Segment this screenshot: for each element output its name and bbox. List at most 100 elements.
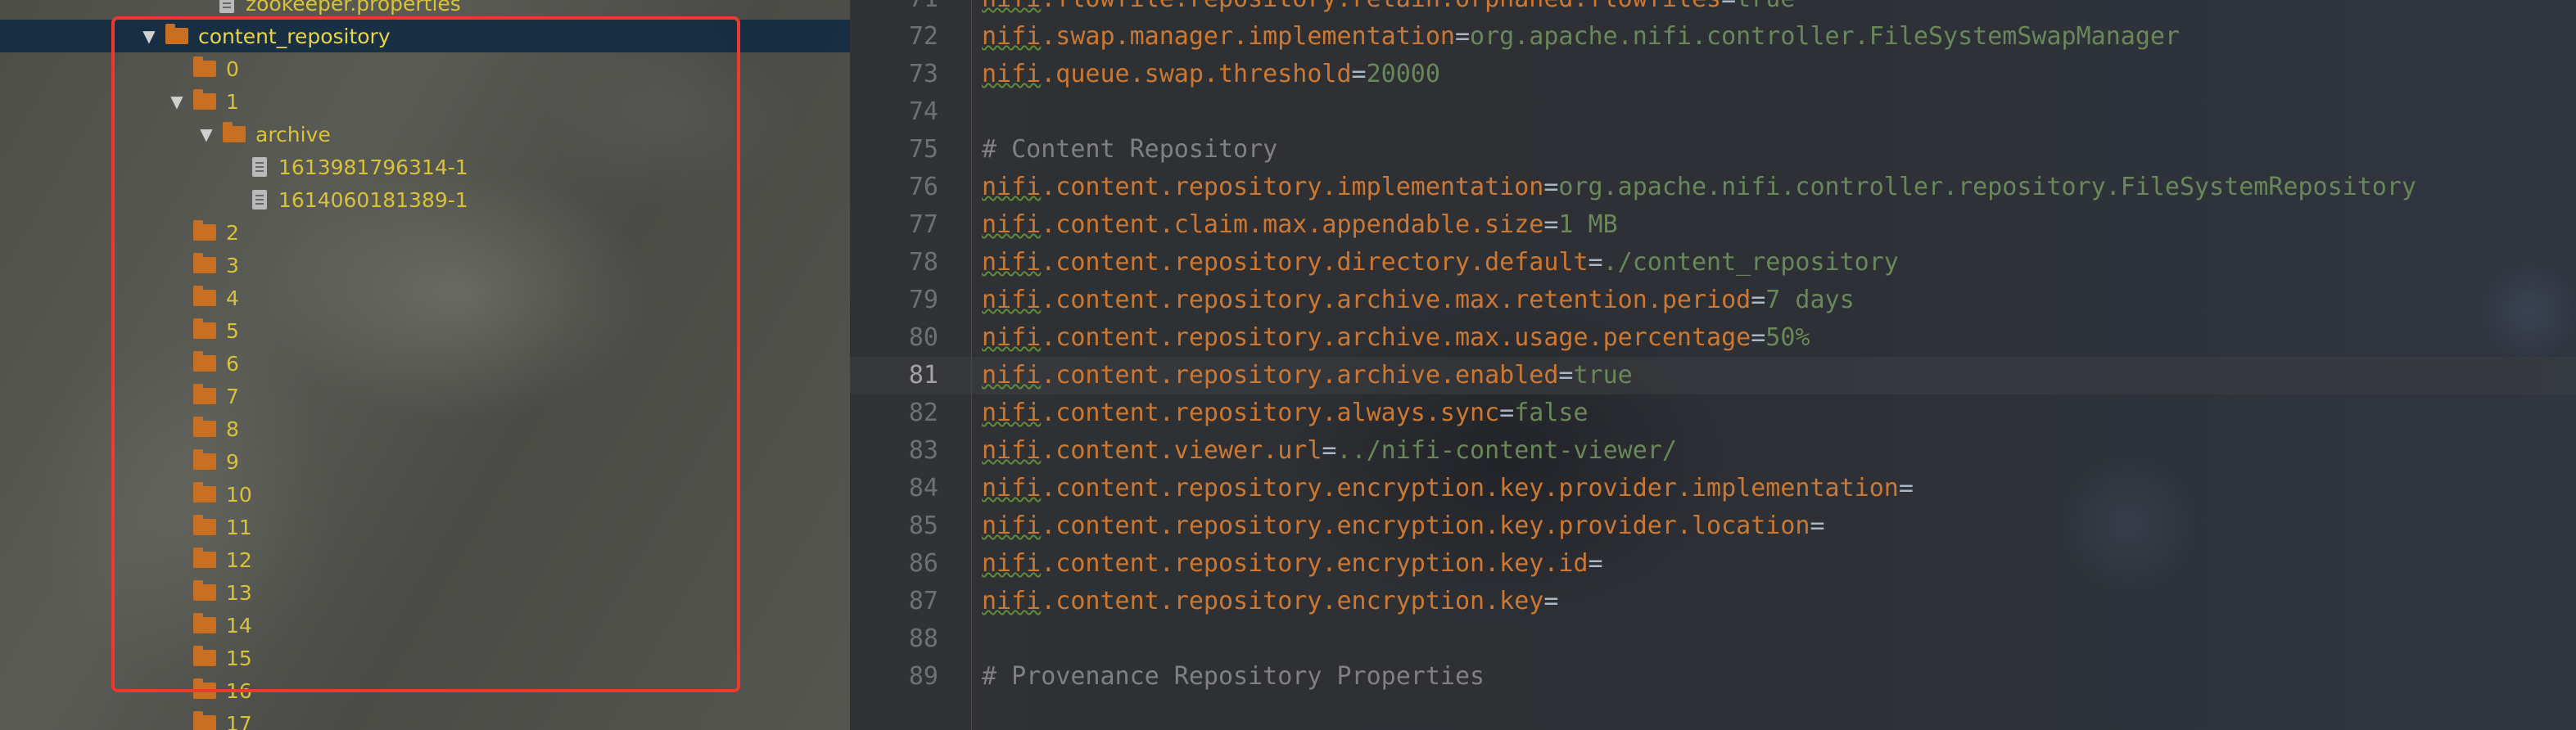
code-text: nifi.content.repository.archive.max.usag… — [982, 319, 1810, 357]
line-number: 85 — [908, 511, 938, 540]
chevron-down-icon[interactable]: ▼ — [167, 92, 187, 111]
tree-item-label: 16 — [226, 678, 252, 703]
folder-icon — [193, 613, 216, 633]
tree-item-label: 4 — [226, 286, 239, 310]
tree-item-label: 9 — [226, 449, 239, 474]
code-line[interactable]: 76 nifi.content.repository.implementation… — [850, 169, 2576, 206]
tree-item-label: 8 — [226, 417, 239, 441]
tree-item[interactable]: 5 — [0, 314, 850, 347]
equals-sign: = — [1751, 323, 1766, 352]
code-line[interactable]: 81 nifi.content.repository.archive.enable… — [850, 357, 2576, 394]
folder-icon — [193, 646, 216, 666]
folder-icon — [193, 56, 216, 77]
line-number: 89 — [908, 662, 938, 691]
code-line[interactable]: 89 # Provenance Repository Properties — [850, 658, 2576, 696]
equals-sign: = — [1543, 173, 1559, 201]
tree-item[interactable]: ▼ archive — [0, 118, 850, 151]
tree-item[interactable]: 3 — [0, 249, 850, 282]
chevron-down-icon[interactable]: ▼ — [197, 124, 216, 144]
line-number: 81 — [908, 361, 938, 390]
tree-item-label: 14 — [226, 613, 252, 638]
equals-sign: = — [1499, 399, 1515, 427]
equals-sign: = — [1558, 361, 1574, 390]
tree-item-label: archive — [255, 122, 331, 146]
line-number: 72 — [908, 22, 938, 51]
folder-icon — [193, 678, 216, 699]
property-key: nifi.content.repository.encryption.key.p… — [982, 511, 1810, 540]
code-text: nifi.content.repository.always.sync=fals… — [982, 394, 1589, 432]
line-number: 88 — [908, 624, 938, 653]
property-value: ./content_repository — [1602, 248, 1899, 277]
code-line[interactable]: 72 nifi.swap.manager.implementation=org.a… — [850, 18, 2576, 56]
tree-item[interactable]: 4 — [0, 282, 850, 314]
equals-sign: = — [1454, 22, 1471, 51]
code-line[interactable]: 83 nifi.content.viewer.url=../nifi-conten… — [850, 432, 2576, 470]
tree-item-label: 10 — [226, 482, 252, 507]
property-key: nifi.content.repository.always.sync — [982, 399, 1500, 427]
tree-item[interactable]: ▼ 1 — [0, 85, 850, 118]
code-text: nifi.swap.manager.implementation=org.apa… — [982, 18, 2180, 56]
tree-item[interactable]: 13 — [0, 576, 850, 609]
code-line[interactable]: 71 nifi.flowfile.repository.retain.orphan… — [850, 0, 2576, 18]
tree-item[interactable]: 9 — [0, 445, 850, 478]
folder-icon — [193, 89, 216, 110]
code-line[interactable]: 87 nifi.content.repository.encryption.key… — [850, 583, 2576, 620]
tree-item[interactable]: 16 — [0, 674, 850, 707]
equals-sign: = — [1588, 549, 1603, 578]
equals-sign: = — [1588, 248, 1603, 277]
code-line[interactable]: 74 — [850, 93, 2576, 131]
code-line[interactable]: 73 nifi.queue.swap.threshold=20000 — [850, 56, 2576, 93]
tree-item[interactable]: 1614060181389-1 — [0, 183, 850, 216]
tree-item[interactable]: 10 — [0, 478, 850, 511]
tree-item[interactable]: 2 — [0, 216, 850, 249]
code-line[interactable]: 82 nifi.content.repository.always.sync=fa… — [850, 394, 2576, 432]
tree-item[interactable]: 7 — [0, 380, 850, 412]
folder-icon — [193, 515, 216, 535]
tree-item-label: 2 — [226, 220, 239, 245]
code-text: # Content Repository — [982, 131, 1277, 169]
code-line[interactable]: 75 # Content Repository — [850, 131, 2576, 169]
comment-text: # Provenance Repository Properties — [982, 662, 1485, 691]
tree-item[interactable]: 17 — [0, 707, 850, 730]
code-line[interactable]: 77 nifi.content.claim.max.appendable.size… — [850, 206, 2576, 244]
chevron-down-icon[interactable]: ▼ — [139, 26, 159, 46]
folder-icon — [193, 482, 216, 502]
property-key: nifi.content.claim.max.appendable.size — [982, 210, 1544, 239]
tree-item[interactable]: 8 — [0, 412, 850, 445]
folder-icon — [193, 220, 216, 241]
tree-item[interactable]: 1613981796314-1 — [0, 151, 850, 183]
property-value: 20000 — [1366, 60, 1440, 88]
tree-item-label: 3 — [226, 253, 239, 277]
file-icon — [252, 157, 267, 177]
tree-item-label: 11 — [226, 515, 252, 539]
tree-item[interactable]: 15 — [0, 642, 850, 674]
tree-item[interactable]: 0 — [0, 52, 850, 85]
tree-item[interactable]: 6 — [0, 347, 850, 380]
equals-sign: = — [1543, 587, 1559, 615]
code-text: nifi.content.repository.encryption.key.p… — [982, 470, 1914, 507]
code-line[interactable]: 79 nifi.content.repository.archive.max.re… — [850, 282, 2576, 319]
code-line[interactable]: 84 nifi.content.repository.encryption.key… — [850, 470, 2576, 507]
property-key: nifi.content.repository.archive.max.usag… — [982, 323, 1751, 352]
tree-item-zookeeper-properties[interactable]: zookeeper.properties — [0, 0, 850, 20]
tree-item[interactable]: ▼ content_repository — [0, 20, 850, 52]
property-value: 1 MB — [1558, 210, 1618, 239]
code-text: # Provenance Repository Properties — [982, 658, 1485, 696]
code-line[interactable]: 80 nifi.content.repository.archive.max.us… — [850, 319, 2576, 357]
property-value: false — [1514, 399, 1589, 427]
code-line[interactable]: 86 nifi.content.repository.encryption.key… — [850, 545, 2576, 583]
property-key: nifi.content.repository.encryption.key.p… — [982, 474, 1899, 502]
code-line[interactable]: 78 nifi.content.repository.directory.defa… — [850, 244, 2576, 282]
code-text: nifi.content.claim.max.appendable.size=1… — [982, 206, 1618, 244]
folder-icon — [193, 417, 216, 437]
property-value: org.apache.nifi.controller.repository.Fi… — [1558, 173, 2416, 201]
property-value: true — [1573, 361, 1633, 390]
tree-item[interactable]: 12 — [0, 543, 850, 576]
comment-text: # Content Repository — [982, 135, 1278, 164]
code-line[interactable]: 88 — [850, 620, 2576, 658]
tree-item-label: 7 — [226, 384, 239, 408]
code-editor[interactable]: 71 nifi.flowfile.repository.retain.orphan… — [850, 0, 2576, 730]
tree-item[interactable]: 11 — [0, 511, 850, 543]
tree-item[interactable]: 14 — [0, 609, 850, 642]
code-line[interactable]: 85 nifi.content.repository.encryption.key… — [850, 507, 2576, 545]
